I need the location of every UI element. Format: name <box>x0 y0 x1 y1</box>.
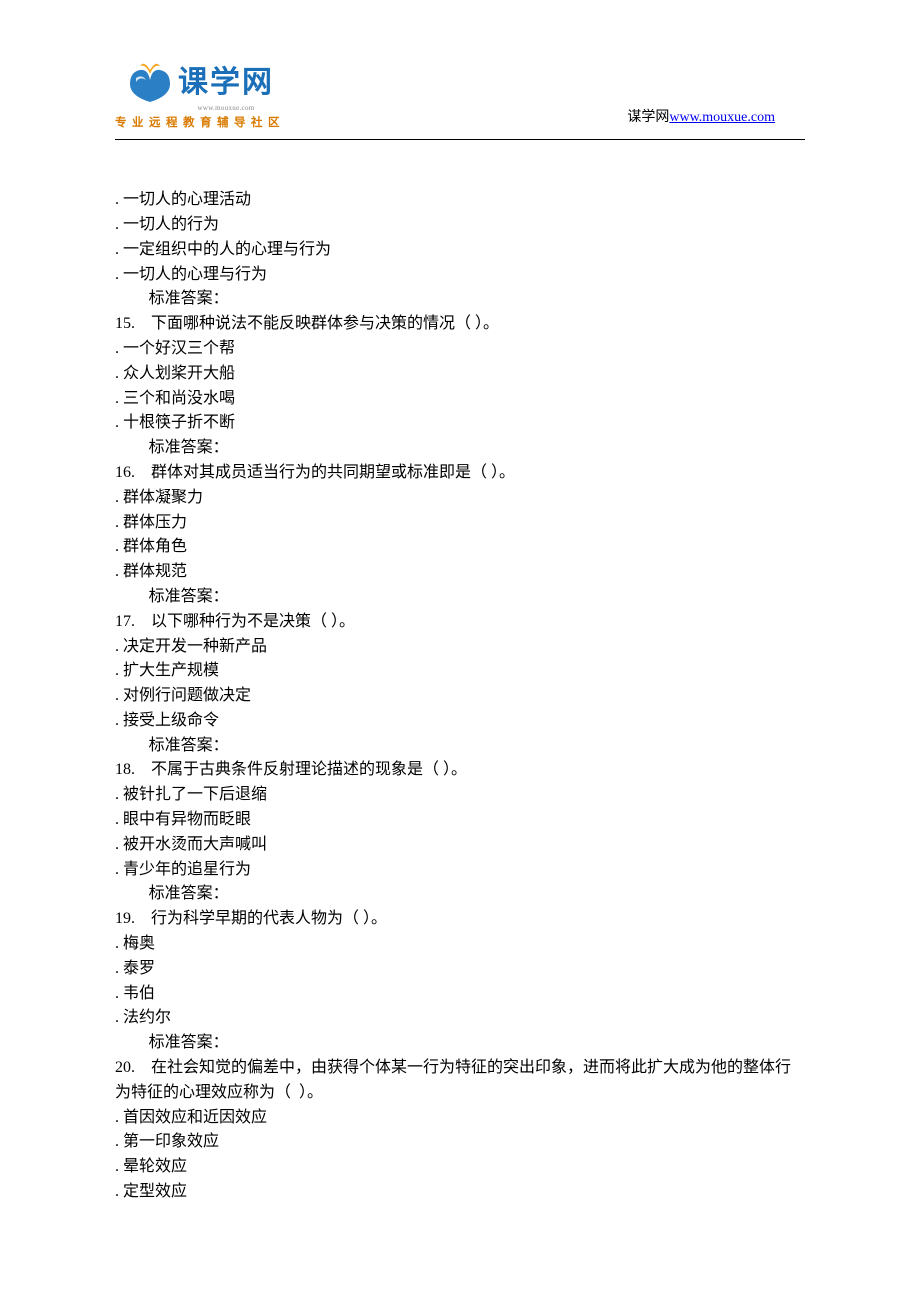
q18-answer-label: 标准答案： <box>115 882 805 907</box>
q20-option-c-text: 晕轮效应 <box>123 1158 187 1175</box>
q17-answer-label: 标准答案： <box>115 734 805 759</box>
q18-option-a-text: 被针扎了一下后退缩 <box>123 786 267 803</box>
q14-option-a: . 一切人的心理活动 <box>115 188 805 213</box>
q20-option-a-text: 首因效应和近因效应 <box>123 1109 267 1126</box>
q15-option-c: . 三个和尚没水喝 <box>115 387 805 412</box>
q17-option-a: . 决定开发一种新产品 <box>115 635 805 660</box>
q20-option-d: . 定型效应 <box>115 1180 805 1205</box>
q18-stem: 18. 不属于古典条件反射理论描述的现象是（ ）。 <box>115 758 805 783</box>
q14-option-d: . 一切人的心理与行为 <box>115 263 805 288</box>
q15-option-a: . 一个好汉三个帮 <box>115 337 805 362</box>
q19-option-d-text: 法约尔 <box>123 1009 171 1026</box>
q16-option-a-text: 群体凝聚力 <box>123 489 203 506</box>
header-divider <box>115 139 805 140</box>
site-label: 谋学网 <box>627 110 669 125</box>
logo-text-wrap: 课学网 <box>178 60 274 107</box>
q20-option-a: . 首因效应和近因效应 <box>115 1106 805 1131</box>
q18-option-c-text: 被开水烫而大声喊叫 <box>123 836 267 853</box>
q15-option-c-text: 三个和尚没水喝 <box>123 390 235 407</box>
q16-option-c-text: 群体角色 <box>123 538 187 555</box>
q16-option-d: . 群体规范 <box>115 560 805 585</box>
logo-tagline: 专业远程教育辅导社区 <box>115 115 285 133</box>
q18-option-c: . 被开水烫而大声喊叫 <box>115 833 805 858</box>
page-header: 课学网 www.mouxue.com 专业远程教育辅导社区 谋学网www.mou… <box>115 60 805 137</box>
q15-option-b-text: 众人划桨开大船 <box>123 365 235 382</box>
q18-option-b-text: 眼中有异物而眨眼 <box>123 811 251 828</box>
q14-option-a-text: 一切人的心理活动 <box>123 191 251 208</box>
logo-icon <box>126 62 174 104</box>
q16-option-d-text: 群体规范 <box>123 563 187 580</box>
q15-stem: 15. 下面哪种说法不能反映群体参与决策的情况（ ）。 <box>115 312 805 337</box>
logo-top: 课学网 <box>126 60 274 107</box>
q20-option-b-text: 第一印象效应 <box>123 1133 219 1150</box>
logo-main-text: 课学网 <box>178 60 274 107</box>
q16-option-b: . 群体压力 <box>115 511 805 536</box>
q17-option-a-text: 决定开发一种新产品 <box>123 638 267 655</box>
q16-answer-label: 标准答案： <box>115 585 805 610</box>
logo-block: 课学网 www.mouxue.com 专业远程教育辅导社区 <box>115 60 285 133</box>
q19-answer-label: 标准答案： <box>115 1031 805 1056</box>
q20-option-d-text: 定型效应 <box>123 1183 187 1200</box>
q16-option-a: . 群体凝聚力 <box>115 486 805 511</box>
logo-small-url: www.mouxue.com <box>197 103 254 114</box>
q15-option-d-text: 十根筷子折不断 <box>123 414 235 431</box>
q14-option-c: . 一定组织中的人的心理与行为 <box>115 238 805 263</box>
q15-option-d: . 十根筷子折不断 <box>115 411 805 436</box>
q17-option-d-text: 接受上级命令 <box>123 712 219 729</box>
q19-option-a: . 梅奥 <box>115 932 805 957</box>
q15-answer-label: 标准答案： <box>115 436 805 461</box>
q19-option-c: . 韦伯 <box>115 982 805 1007</box>
q20-option-c: . 晕轮效应 <box>115 1155 805 1180</box>
q14-answer-label: 标准答案： <box>115 287 805 312</box>
q19-option-a-text: 梅奥 <box>123 935 155 952</box>
q19-option-d: . 法约尔 <box>115 1006 805 1031</box>
site-link[interactable]: www.mouxue.com <box>669 110 775 125</box>
q14-option-d-text: 一切人的心理与行为 <box>123 266 267 283</box>
q20-stem: 20. 在社会知觉的偏差中，由获得个体某一行为特征的突出印象，进而将此扩大成为他… <box>115 1056 805 1106</box>
q18-option-a: . 被针扎了一下后退缩 <box>115 783 805 808</box>
q18-option-d-text: 青少年的追星行为 <box>123 861 251 878</box>
q18-option-b: . 眼中有异物而眨眼 <box>115 808 805 833</box>
q16-stem: 16. 群体对其成员适当行为的共同期望或标准即是（ ）。 <box>115 461 805 486</box>
q15-option-a-text: 一个好汉三个帮 <box>123 340 235 357</box>
q14-option-b-text: 一切人的行为 <box>123 216 219 233</box>
q17-stem: 17. 以下哪种行为不是决策（ ）。 <box>115 610 805 635</box>
q19-option-b: . 泰罗 <box>115 957 805 982</box>
q19-stem: 19. 行为科学早期的代表人物为（ ）。 <box>115 907 805 932</box>
q14-option-c-text: 一定组织中的人的心理与行为 <box>123 241 331 258</box>
q16-option-b-text: 群体压力 <box>123 514 187 531</box>
q17-option-b: . 扩大生产规模 <box>115 659 805 684</box>
q15-option-b: . 众人划桨开大船 <box>115 362 805 387</box>
content: . 一切人的心理活动 . 一切人的行为 . 一定组织中的人的心理与行为 . 一切… <box>115 188 805 1205</box>
q19-option-c-text: 韦伯 <box>123 985 155 1002</box>
q17-option-b-text: 扩大生产规模 <box>123 662 219 679</box>
header-right: 谋学网www.mouxue.com <box>627 107 805 133</box>
q18-option-d: . 青少年的追星行为 <box>115 858 805 883</box>
q14-option-b: . 一切人的行为 <box>115 213 805 238</box>
q16-option-c: . 群体角色 <box>115 535 805 560</box>
q17-option-d: . 接受上级命令 <box>115 709 805 734</box>
q17-option-c: . 对例行问题做决定 <box>115 684 805 709</box>
q17-option-c-text: 对例行问题做决定 <box>123 687 251 704</box>
q19-option-b-text: 泰罗 <box>123 960 155 977</box>
q20-option-b: . 第一印象效应 <box>115 1130 805 1155</box>
